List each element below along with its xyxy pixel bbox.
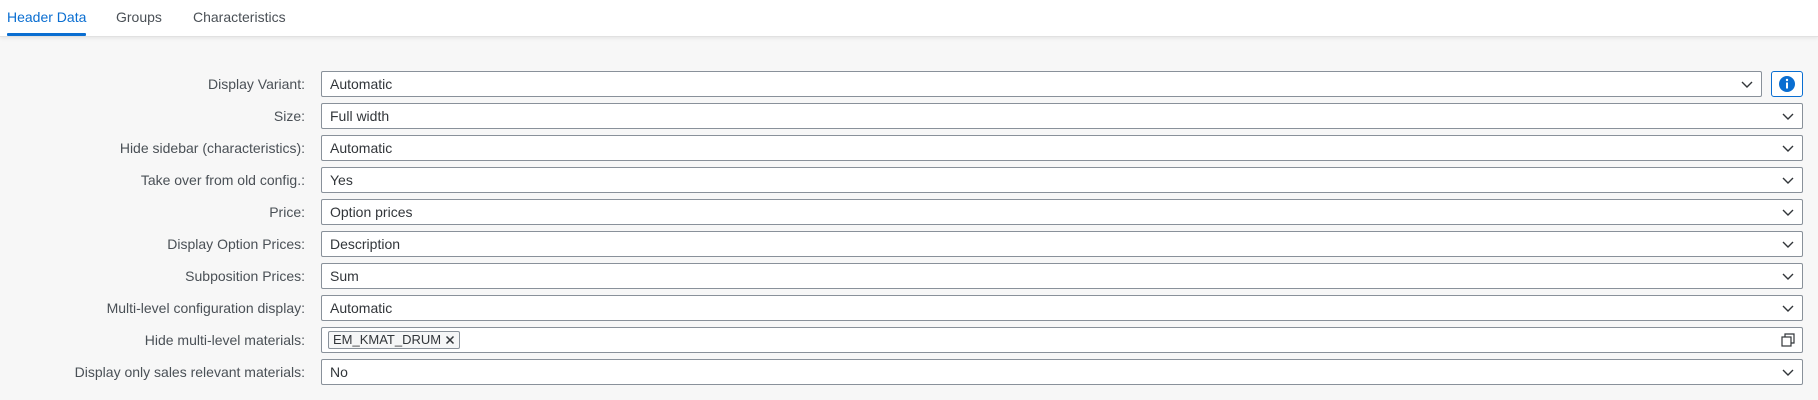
price-value: Option prices	[330, 204, 413, 220]
take-over-label: Take over from old config.:	[140, 172, 305, 188]
take-over-value: Yes	[330, 172, 353, 188]
size-label: Size:	[273, 108, 305, 124]
tab-header-data[interactable]: Header Data	[7, 0, 87, 36]
info-icon	[1779, 76, 1795, 92]
hide-multilevel-materials-multiinput[interactable]: EM_KMAT_DRUM	[321, 327, 1803, 353]
row-display-variant: Display Variant: Automatic	[0, 71, 1818, 97]
sales-relevant-only-label: Display only sales relevant materials:	[74, 364, 305, 380]
row-multilevel-display: Multi-level configuration display: Autom…	[0, 295, 1818, 321]
multilevel-display-label: Multi-level configuration display:	[106, 300, 305, 316]
sales-relevant-only-value: No	[330, 364, 348, 380]
material-token-text: EM_KMAT_DRUM	[333, 332, 442, 347]
chevron-down-icon	[1782, 241, 1794, 248]
row-hide-sidebar: Hide sidebar (characteristics): Automati…	[0, 135, 1818, 161]
chevron-down-icon	[1782, 209, 1794, 216]
chevron-down-icon	[1782, 369, 1794, 376]
value-help-icon[interactable]	[1780, 332, 1796, 348]
size-select[interactable]: Full width	[321, 103, 1803, 129]
chevron-down-icon	[1782, 305, 1794, 312]
subposition-prices-value: Sum	[330, 268, 359, 284]
tab-bar: Header Data Groups Characteristics	[0, 0, 1818, 37]
info-button[interactable]	[1771, 71, 1803, 97]
hide-multilevel-materials-label: Hide multi-level materials:	[144, 332, 305, 348]
chevron-down-icon	[1741, 81, 1753, 88]
hide-sidebar-label: Hide sidebar (characteristics):	[119, 140, 305, 156]
multilevel-display-value: Automatic	[330, 300, 393, 316]
row-size: Size: Full width	[0, 103, 1818, 129]
material-token[interactable]: EM_KMAT_DRUM	[328, 331, 461, 349]
row-take-over: Take over from old config.: Yes	[0, 167, 1818, 193]
display-variant-select[interactable]: Automatic	[321, 71, 1762, 97]
chevron-down-icon	[1782, 145, 1794, 152]
display-variant-value: Automatic	[330, 76, 393, 92]
row-sales-relevant-only: Display only sales relevant materials: N…	[0, 359, 1818, 385]
sales-relevant-only-select[interactable]: No	[321, 359, 1803, 385]
tab-characteristics[interactable]: Characteristics	[193, 0, 286, 36]
row-hide-multilevel-materials: Hide multi-level materials: EM_KMAT_DRUM	[0, 327, 1818, 353]
multilevel-display-select[interactable]: Automatic	[321, 295, 1803, 321]
take-over-select[interactable]: Yes	[321, 167, 1803, 193]
display-option-prices-value: Description	[330, 236, 401, 252]
size-value: Full width	[330, 108, 390, 124]
display-variant-label: Display Variant:	[207, 76, 305, 92]
display-option-prices-label: Display Option Prices:	[167, 236, 305, 252]
chevron-down-icon	[1782, 273, 1794, 280]
display-option-prices-select[interactable]: Description	[321, 231, 1803, 257]
chevron-down-icon	[1782, 177, 1794, 184]
price-label: Price:	[269, 204, 305, 220]
subposition-prices-select[interactable]: Sum	[321, 263, 1803, 289]
row-subposition-prices: Subposition Prices: Sum	[0, 263, 1818, 289]
row-price: Price: Option prices	[0, 199, 1818, 225]
hide-sidebar-select[interactable]: Automatic	[321, 135, 1803, 161]
tab-groups[interactable]: Groups	[116, 0, 162, 36]
subposition-prices-label: Subposition Prices:	[185, 268, 305, 284]
hide-sidebar-value: Automatic	[330, 140, 393, 156]
close-icon[interactable]	[445, 335, 455, 345]
price-select[interactable]: Option prices	[321, 199, 1803, 225]
row-display-option-prices: Display Option Prices: Description	[0, 231, 1818, 257]
chevron-down-icon	[1782, 113, 1794, 120]
